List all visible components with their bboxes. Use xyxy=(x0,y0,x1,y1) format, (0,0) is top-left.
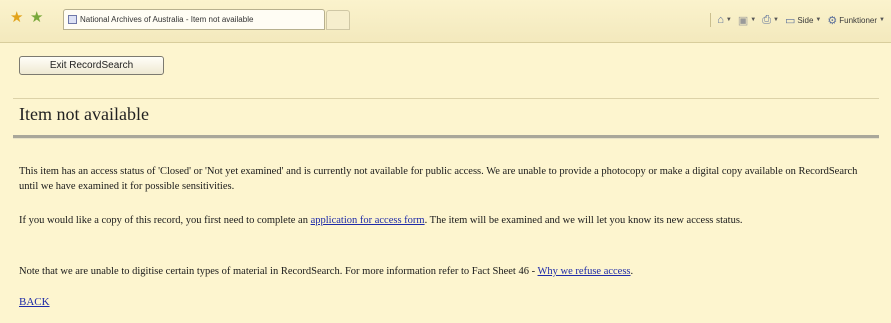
command-bar: ⌂ ▼ ▣ ▼ ⎙ ▼ ▭ Side ▼ ⚙ Funktioner ▼ xyxy=(710,11,885,29)
copy-request-text-end: . The item will be examined and we will … xyxy=(424,215,743,226)
feeds-button[interactable]: ▣ ▼ xyxy=(738,14,756,27)
tools-menu-button[interactable]: ⚙ Funktioner ▼ xyxy=(827,14,885,27)
title-underline xyxy=(13,135,879,139)
chevron-down-icon[interactable]: ▼ xyxy=(750,17,756,23)
back-link[interactable]: BACK xyxy=(19,296,50,308)
separator xyxy=(710,13,712,27)
chevron-down-icon: ▼ xyxy=(815,17,822,23)
browser-toolbar: ★ ★ National Archives of Australia - Ite… xyxy=(0,0,891,43)
favorites-star-icon[interactable]: ★ xyxy=(10,11,23,26)
access-status-paragraph: This item has an access status of 'Close… xyxy=(19,166,858,192)
digitise-note-text: Note that we are unable to digitise cert… xyxy=(19,266,538,277)
browser-tab[interactable]: National Archives of Australia - Item no… xyxy=(63,9,325,30)
chevron-down-icon: ▼ xyxy=(879,17,885,23)
divider xyxy=(13,98,879,99)
tab-title: National Archives of Australia - Item no… xyxy=(80,15,254,24)
chevron-down-icon[interactable]: ▼ xyxy=(773,17,779,23)
copy-request-paragraph: If you would like a copy of this record,… xyxy=(19,213,871,228)
add-favorite-icon[interactable]: ★ xyxy=(30,11,43,26)
application-for-access-link[interactable]: application for access form xyxy=(311,215,425,226)
digitise-note-paragraph: Note that we are unable to digitise cert… xyxy=(19,264,871,279)
chevron-down-icon[interactable]: ▼ xyxy=(726,17,732,23)
page-title: Item not available xyxy=(19,104,149,124)
tools-icon: ⚙ xyxy=(827,14,838,27)
home-button[interactable]: ⌂ ▼ xyxy=(717,14,732,26)
page-menu-label: Side xyxy=(797,15,814,25)
feeds-icon: ▣ xyxy=(737,14,749,27)
print-button[interactable]: ⎙ ▼ xyxy=(762,14,779,27)
digitise-note-text-end: . xyxy=(630,266,634,277)
print-icon: ⎙ xyxy=(762,13,772,26)
page-icon: ▭ xyxy=(785,14,796,27)
tools-menu-label: Funktioner xyxy=(839,15,878,25)
page-menu-button[interactable]: ▭ Side ▼ xyxy=(785,14,821,27)
copy-request-text: If you would like a copy of this record,… xyxy=(19,215,311,226)
home-icon: ⌂ xyxy=(717,14,724,26)
why-we-refuse-access-link[interactable]: Why we refuse access xyxy=(538,266,631,277)
exit-recordsearch-button[interactable]: Exit RecordSearch xyxy=(19,56,164,75)
page-favicon-icon xyxy=(68,15,77,24)
new-tab-button[interactable] xyxy=(326,10,350,30)
